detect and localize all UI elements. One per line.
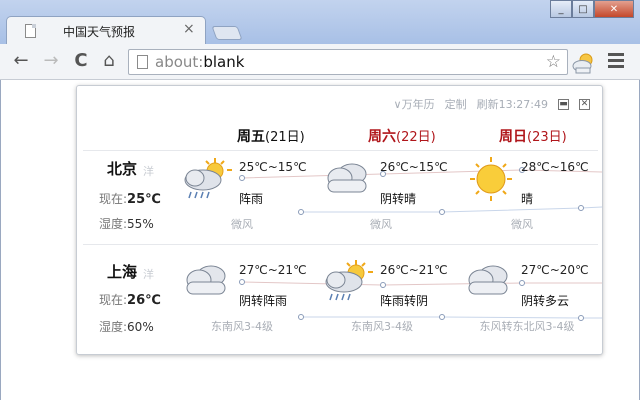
cloud-icon [327,163,367,193]
tab-close-button[interactable]: × [183,21,195,37]
forecast-condition: 阴转阵雨 [239,294,288,308]
maximize-button[interactable]: □ [572,0,594,18]
forecast-wind: 微风 [370,218,392,231]
forecast-temperature: 25℃~15℃ [239,160,307,174]
forecast-condition: 晴 [521,192,534,206]
city-name[interactable]: 上海 [107,261,137,282]
forecast-temperature: 28℃~16℃ [521,160,589,174]
forecast-temperature: 26℃~15℃ [380,160,448,174]
forecast-condition: 阴转多云 [521,294,570,308]
humidity: 湿度:55% [99,217,154,231]
forecast-condition: 阴转晴 [380,192,417,206]
cloud-icon [186,265,226,295]
sun-icon [470,157,512,201]
city-suffix: 洋 [143,268,154,281]
forecast-temperature: 26℃~21℃ [380,263,448,277]
forecast-condition: 阵雨转阴 [380,294,429,308]
browser-toolbar: ← → C ⌂ about:blank ☆ [0,44,640,80]
humidity: 湿度:60% [99,320,154,334]
window-close-button[interactable]: ✕ [594,0,634,18]
forecast-wind: 东南风3-4级 [351,320,413,333]
reload-button[interactable]: C [70,50,92,71]
new-tab-button[interactable] [211,26,243,40]
forward-button[interactable]: → [40,50,62,71]
current-temperature: 现在:26℃ [99,293,161,308]
forecast-wind: 微风 [231,218,253,231]
forecast-condition: 阵雨 [239,192,264,206]
forecast-wind: 东南风3-4级 [211,320,273,333]
browser-tab[interactable]: 中国天气预报 × [6,16,206,44]
forecast-wind: 东风转东北风3-4级 [479,320,575,333]
forecast-wind: 微风 [511,218,533,231]
page-icon [25,24,36,38]
bookmark-star-icon[interactable]: ☆ [546,52,561,72]
tab-title: 中国天气预报 [63,25,136,39]
address-bar[interactable]: about:blank ☆ [128,49,568,75]
url-text[interactable]: about:blank [155,53,244,71]
home-button[interactable]: ⌂ [98,50,120,71]
city-name[interactable]: 北京 [107,158,137,179]
city-suffix: 洋 [143,165,154,178]
weather-popup: ∨万年历 定制 刷新13:27:49 ▬ ✕ 周五(21日) 周六(22日) 周… [76,85,603,355]
minimize-button[interactable]: _ [550,0,572,18]
weather-extension-icon[interactable] [572,52,596,74]
sun-cloud-rain-icon [184,158,232,199]
sun-cloud-rain-icon [325,260,373,301]
window-controls: _ □ ✕ [550,0,634,18]
forecast-temperature: 27℃~21℃ [239,263,307,277]
window-titlebar: 中国天气预报 × _ □ ✕ [0,0,640,44]
current-temperature: 现在:25℃ [99,192,161,207]
menu-icon[interactable] [608,53,624,69]
forecast-temperature: 27℃~20℃ [521,263,589,277]
cloud-icon [468,265,508,295]
page-icon [137,55,148,69]
back-button[interactable]: ← [10,50,32,71]
